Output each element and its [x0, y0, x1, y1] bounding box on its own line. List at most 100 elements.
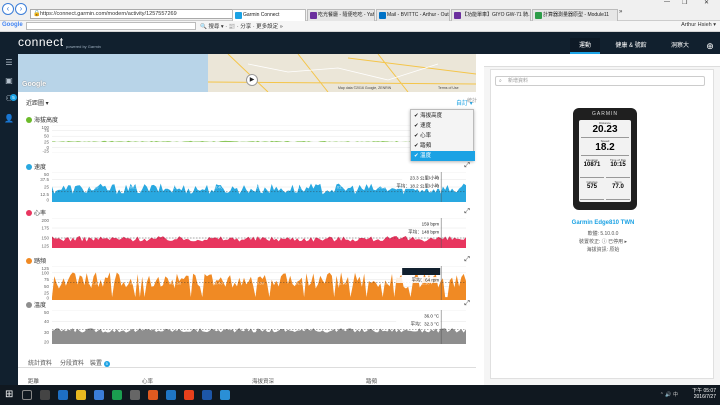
ie-icon[interactable]	[166, 390, 176, 400]
device-card: ⌕ 新增資料 GARMIN Distance 20.23 Speed 18.2 …	[490, 69, 714, 379]
top-nav: 運動 健康 & 號館 洞察大 ⊕	[570, 38, 720, 54]
y-tick-label: 25	[44, 185, 50, 190]
edge-icon[interactable]	[58, 390, 68, 400]
dropdown-item[interactable]: ✔ 速度	[411, 121, 475, 131]
x-tick-label: 00:10	[88, 281, 99, 286]
y-tick-label: 150	[41, 236, 49, 241]
store-icon[interactable]	[94, 390, 104, 400]
firefox-icon[interactable]	[148, 390, 158, 400]
address-bar[interactable]: 🔒 https://connect.garmin.com/modern/acti…	[30, 9, 248, 19]
dropdown-item-label: 速度	[420, 123, 432, 129]
x-tick-label: 00:10	[88, 325, 99, 330]
x-tick-label: 00:50	[254, 281, 265, 286]
chart-3: 踏頻 ⤢ 125 100 75 50 25 0 00:10 00:20 00:30 00:40 00:5…	[26, 256, 470, 304]
menu-icon[interactable]: ☰	[4, 58, 14, 68]
add-icon[interactable]: ⊕	[702, 38, 718, 54]
x-tick-label: 00:20	[130, 185, 141, 190]
y-tick-label: 50	[44, 284, 50, 289]
series-dot-icon	[26, 258, 32, 264]
tab-laps[interactable]: 分段資料	[60, 358, 84, 367]
left-sidebar: ☰ ▣ ⚇ 5 👤	[0, 54, 18, 385]
chart-plot[interactable]: 1007550250-2500:10 00:20 00:30 00:40 00:50 01…	[26, 125, 466, 153]
tab-insights[interactable]: 洞察大	[662, 38, 698, 54]
x-tick-label: 01:10	[337, 136, 348, 141]
close-window-icon[interactable]: ✕	[704, 0, 709, 6]
windows-start-icon[interactable]: ⊞	[5, 389, 13, 400]
dropdown-item-label: 心率	[420, 133, 432, 139]
app-icon-2[interactable]	[130, 390, 140, 400]
map-terms[interactable]: Terms of Use	[438, 86, 459, 90]
toolbar-search-input[interactable]	[26, 22, 196, 30]
right-panel-top	[484, 54, 720, 67]
browser-tab[interactable]: Mail - BVITTC - Arthur - Outl...	[376, 9, 450, 21]
dropdown-item[interactable]: ✔ 海拔高度	[411, 111, 475, 121]
expand-chart-icon[interactable]: ⤢	[464, 208, 470, 216]
stat-elevation-label: 海拔資深	[252, 379, 275, 385]
connect-logo[interactable]: connect	[18, 35, 64, 49]
back-arrow-icon[interactable]: ‹	[2, 3, 14, 15]
tab-activities[interactable]: 運動	[570, 38, 600, 54]
chart-plot[interactable]: 125100755025000:10 00:20 00:30 00:40 00:50 01…	[26, 266, 466, 300]
app-icon-1[interactable]	[112, 390, 122, 400]
chart-1: 速度 ⤢ 50 37.5 25 12.5 0 00:10 00:20 00:30 00:40 00:5…	[26, 162, 470, 206]
chart-type-select[interactable]: 近距圖 ▾	[26, 98, 49, 107]
dropdown-item-label: 踏頻	[420, 143, 432, 149]
chart-field-dropdown: ✔ 海拔高度 ✔ 速度 ✔ 心率 ✔ 踏頻 ✔ 溫度	[410, 109, 475, 161]
folder-icon[interactable]	[76, 390, 86, 400]
device-name[interactable]: Garmin Edge810 TWN	[491, 220, 715, 226]
tab-favicon-icon	[310, 12, 317, 19]
device-field-elevation: Elevation 10871	[580, 158, 604, 178]
logo-subtitle: powered by Garmin	[66, 44, 101, 49]
user-menu[interactable]: Arthur Hsieh ▾	[681, 22, 716, 28]
dropdown-item[interactable]: ✔ 心率	[411, 131, 475, 141]
tab-overflow-icon[interactable]: »	[619, 9, 622, 15]
inbox-icon[interactable]: ▣	[4, 76, 14, 86]
x-tick-label: 01:10	[337, 185, 348, 190]
tab-stats[interactable]: 統計資料	[28, 358, 52, 367]
add-data-input[interactable]: ⌕ 新增資料	[495, 76, 705, 86]
x-tick-label: 00:30	[171, 325, 182, 330]
device-image: GARMIN Distance 20.23 Speed 18.2 Elevati…	[573, 108, 637, 210]
tab-health[interactable]: 健康 & 號館	[604, 38, 658, 54]
maximize-icon[interactable]: ❐	[682, 0, 687, 6]
expand-chart-icon[interactable]: ⤢	[464, 300, 470, 308]
toolbar-items[interactable]: 🔍 搜尋 ▾ · 📰 · 分享 · 更多設定 »	[200, 22, 283, 30]
x-tick-label: 00:30	[171, 185, 182, 190]
profile-icon[interactable]: 👤	[4, 114, 14, 124]
tab-device[interactable]: 裝置 5	[90, 358, 110, 367]
x-tick-label: 01:20	[378, 185, 389, 190]
series-dot-icon	[26, 302, 32, 308]
series-dot-icon	[26, 117, 32, 123]
chart-plot[interactable]: 200 175 150 125 00:10 00:20 00:30 00:40 00:50 01:…	[26, 218, 466, 248]
play-icon[interactable]: ▶	[246, 74, 258, 86]
forward-arrow-icon[interactable]: ›	[15, 3, 27, 15]
minimize-icon[interactable]: —	[664, 0, 670, 5]
route-map[interactable]: Google ▶ Map data ©2016 Google, ZENRIN T…	[18, 54, 476, 92]
chart-plot[interactable]: 50 40 30 20 00:10 00:20 00:30 00:40 00:50 01:00 01…	[26, 310, 466, 344]
browser-tab[interactable]: Garmin Connect	[232, 9, 306, 21]
task-view-icon[interactable]	[40, 390, 50, 400]
office-icon[interactable]	[184, 390, 194, 400]
y-tick-label: 25	[44, 139, 50, 144]
browser-tab[interactable]: 【功能單車】GIYO GW-71 騎...	[451, 9, 531, 21]
taskbar-clock[interactable]: 下午 05:07 2016/7/27	[692, 388, 716, 400]
google-toolbar-logo: Google	[2, 22, 23, 28]
chart-plot[interactable]: 5037.52512.5000:10 00:20 00:30 00:40 00:50 01…	[26, 172, 466, 202]
dropdown-item[interactable]: ✔ 踏頻	[411, 141, 475, 151]
tab-favicon-icon	[235, 12, 242, 19]
device-calibration[interactable]: 裝置校正: ⓘ 已停用 ▸	[491, 238, 715, 245]
device-field-speed: Speed 18.2	[581, 139, 629, 156]
y-tick-label: 20	[44, 340, 50, 345]
browser-tab[interactable]: 吃光餐廳 - 隨便吃吃 - Yahoo...	[307, 9, 375, 21]
search-taskbar-icon[interactable]	[22, 390, 32, 400]
system-tray[interactable]: ⌃ 🔊 中	[660, 391, 678, 398]
expand-chart-icon[interactable]: ⤢	[464, 162, 470, 170]
device-tab-badge: 5	[103, 361, 110, 367]
x-tick-label: 01:00	[295, 185, 306, 190]
browser-tab[interactable]: 計算器測量器原型 - Module11	[532, 9, 618, 21]
expand-chart-icon[interactable]: ⤢	[464, 256, 470, 264]
x-tick-label: 00:40	[213, 136, 224, 141]
dropdown-item[interactable]: ✔ 溫度	[411, 151, 475, 161]
skype-icon[interactable]	[220, 390, 230, 400]
outlook-icon[interactable]	[202, 390, 212, 400]
